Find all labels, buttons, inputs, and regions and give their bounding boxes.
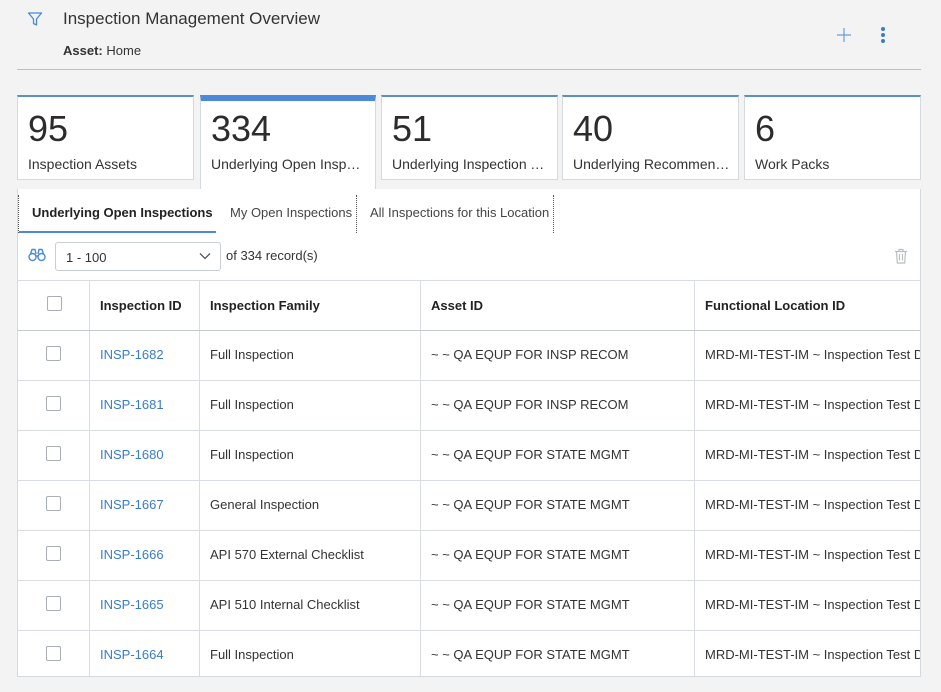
table-row: INSP-1667 General Inspection ~ ~ QA EQUP… [18, 481, 921, 531]
inspection-family-cell: Full Inspection [200, 331, 421, 380]
card-value: 51 [392, 108, 433, 149]
tab-divider [553, 195, 554, 233]
column-header-inspection-family[interactable]: Inspection Family [200, 281, 421, 330]
card-value: 95 [28, 108, 69, 149]
row-checkbox[interactable] [46, 446, 61, 461]
trash-icon[interactable] [894, 248, 908, 264]
table-row: INSP-1682 Full Inspection ~ ~ QA EQUP FO… [18, 331, 921, 381]
asset-id-cell: ~ ~ QA EQUP FOR STATE MGMT [421, 481, 695, 530]
card-label: Underlying Recommend... [573, 156, 730, 172]
column-header-functional-location-id[interactable]: Functional Location ID [695, 281, 920, 330]
inspection-id-link[interactable]: INSP-1681 [90, 381, 200, 430]
table-row: INSP-1665 API 510 Internal Checklist ~ ~… [18, 581, 921, 631]
functional-location-cell: MRD-MI-TEST-IM ~ Inspection Test Data [705, 497, 921, 512]
inspection-family-cell: Full Inspection [200, 631, 421, 676]
table-row: INSP-1664 Full Inspection ~ ~ QA EQUP FO… [18, 631, 921, 676]
row-checkbox-cell [18, 581, 90, 630]
kpi-cards: 95 Inspection Assets 334 Underlying Open… [17, 95, 921, 190]
functional-location-cell: MRD-MI-TEST-IM ~ Inspection Test Data [705, 647, 921, 662]
inspection-id-link[interactable]: INSP-1665 [90, 581, 200, 630]
card-underlying-inspection-tasks[interactable]: 51 Underlying Inspection Ta... [381, 95, 558, 180]
row-checkbox-cell [18, 481, 90, 530]
inspection-id-link[interactable]: INSP-1666 [90, 531, 200, 580]
row-checkbox-cell [18, 431, 90, 480]
card-value: 6 [755, 108, 776, 149]
row-checkbox[interactable] [46, 546, 61, 561]
functional-location-cell: MRD-MI-TEST-IM ~ Inspection Test Data [705, 397, 921, 412]
inspection-id-link[interactable]: INSP-1680 [90, 431, 200, 480]
functional-location-cell: MRD-MI-TEST-IM ~ Inspection Test Data [705, 547, 921, 562]
table-row: INSP-1681 Full Inspection ~ ~ QA EQUP FO… [18, 381, 921, 431]
row-checkbox[interactable] [46, 646, 61, 661]
inspections-panel: Underlying Open Inspections My Open Insp… [17, 189, 921, 677]
asset-context: Asset: Home [63, 43, 141, 58]
row-checkbox[interactable] [46, 496, 61, 511]
row-checkbox-cell [18, 531, 90, 580]
inspection-id-link[interactable]: INSP-1682 [90, 331, 200, 380]
inspection-family-cell: API 510 Internal Checklist [200, 581, 421, 630]
row-checkbox-cell [18, 331, 90, 380]
asset-label: Asset: [63, 43, 103, 58]
header-checkbox-cell [18, 281, 90, 330]
row-checkbox-cell [18, 631, 90, 676]
inspections-grid: Inspection ID Inspection Family Asset ID… [18, 280, 921, 676]
select-all-checkbox[interactable] [47, 296, 62, 311]
header-divider [17, 69, 921, 70]
functional-location-cell: MRD-MI-TEST-IM ~ Inspection Test Data [705, 447, 921, 462]
filter-icon[interactable] [27, 11, 43, 27]
page-title: Inspection Management Overview [63, 9, 321, 28]
asset-id-cell: ~ ~ QA EQUP FOR STATE MGMT [421, 631, 695, 676]
functional-location-cell: MRD-MI-TEST-IM ~ Inspection Test Data [705, 347, 921, 362]
chevron-down-icon [199, 253, 211, 260]
functional-location-cell: MRD-MI-TEST-IM ~ Inspection Test Data [705, 597, 921, 612]
column-header-asset-id[interactable]: Asset ID [421, 281, 695, 330]
row-checkbox[interactable] [46, 596, 61, 611]
tab-my-open-inspections[interactable]: My Open Inspections [217, 189, 365, 233]
record-range-value: 1 - 100 [66, 250, 107, 265]
row-checkbox-cell [18, 381, 90, 430]
add-icon[interactable] [834, 25, 854, 45]
binoculars-icon[interactable] [28, 248, 46, 262]
inspection-id-link[interactable]: INSP-1667 [90, 481, 200, 530]
asset-id-cell: ~ ~ QA EQUP FOR STATE MGMT [421, 431, 695, 480]
asset-id-cell: ~ ~ QA EQUP FOR STATE MGMT [421, 531, 695, 580]
card-label: Underlying Open Inspect... [211, 156, 367, 172]
card-inspection-assets[interactable]: 95 Inspection Assets [17, 95, 194, 180]
card-label: Inspection Assets [28, 156, 137, 172]
card-work-packs[interactable]: 6 Work Packs [744, 95, 921, 180]
card-label: Underlying Inspection Ta... [392, 156, 549, 172]
asset-id-cell: ~ ~ QA EQUP FOR INSP RECOM [421, 381, 695, 430]
card-value: 334 [211, 108, 272, 149]
card-value: 40 [573, 108, 614, 149]
inspection-family-cell: Full Inspection [200, 381, 421, 430]
tab-all-inspections-location[interactable]: All Inspections for this Location [357, 189, 562, 233]
tab-bar: Underlying Open Inspections My Open Insp… [18, 189, 920, 233]
card-underlying-open-inspections[interactable]: 334 Underlying Open Inspect... [200, 95, 376, 190]
table-row: INSP-1680 Full Inspection ~ ~ QA EQUP FO… [18, 431, 921, 481]
inspection-family-cell: General Inspection [200, 481, 421, 530]
record-range-select[interactable]: 1 - 100 [55, 242, 221, 271]
record-count: of 334 record(s) [226, 248, 318, 263]
row-checkbox[interactable] [46, 346, 61, 361]
grid-toolbar: 1 - 100 of 334 record(s) [18, 239, 920, 273]
grid-header-row: Inspection ID Inspection Family Asset ID… [18, 280, 920, 331]
inspection-id-link[interactable]: INSP-1664 [90, 631, 200, 676]
card-label: Work Packs [755, 156, 830, 172]
asset-id-cell: ~ ~ QA EQUP FOR INSP RECOM [421, 331, 695, 380]
page-header: Inspection Management Overview Asset: Ho… [0, 0, 941, 70]
column-header-inspection-id[interactable]: Inspection ID [90, 281, 200, 330]
inspection-family-cell: Full Inspection [200, 431, 421, 480]
row-checkbox[interactable] [46, 396, 61, 411]
table-row: INSP-1666 API 570 External Checklist ~ ~… [18, 531, 921, 581]
asset-id-cell: ~ ~ QA EQUP FOR STATE MGMT [421, 581, 695, 630]
asset-value: Home [106, 43, 142, 58]
tab-underlying-open-inspections[interactable]: Underlying Open Inspections [19, 189, 216, 233]
more-options-icon[interactable] [874, 25, 892, 45]
inspection-family-cell: API 570 External Checklist [200, 531, 421, 580]
card-underlying-recommendations[interactable]: 40 Underlying Recommend... [562, 95, 739, 180]
